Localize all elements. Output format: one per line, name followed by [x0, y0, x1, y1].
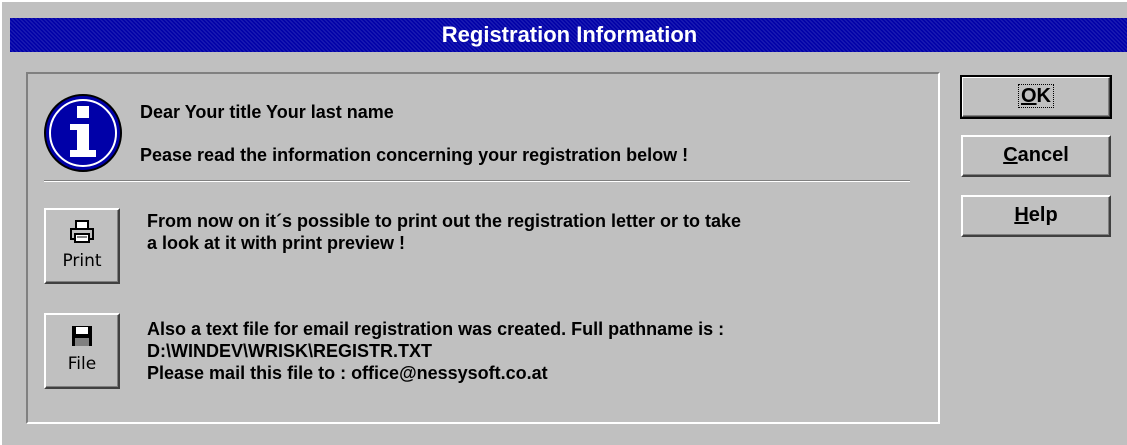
- ok-label-rest: K: [1036, 85, 1051, 107]
- help-button[interactable]: Help: [961, 195, 1111, 237]
- registration-dialog: Registration Information Dear Your title…: [0, 0, 1127, 445]
- window-title: Registration Information: [441, 22, 698, 47]
- ok-button-label: OK: [1017, 84, 1054, 108]
- floppy-disk-icon: [46, 325, 118, 353]
- print-info-line2: a look at it with print preview !: [147, 233, 406, 253]
- cancel-mnemonic: C: [1003, 144, 1018, 166]
- print-info-text: From now on it´s possible to print out t…: [147, 210, 937, 254]
- title-bar[interactable]: Registration Information: [10, 18, 1127, 52]
- greeting-text: Dear Your title Your last name: [140, 102, 394, 122]
- file-info-line3: Please mail this file to : office@nessys…: [147, 363, 548, 383]
- help-label-rest: elp: [1028, 204, 1058, 226]
- help-button-label: Help: [1014, 204, 1057, 226]
- ok-mnemonic: O: [1020, 85, 1037, 107]
- file-button[interactable]: File: [44, 313, 120, 389]
- print-button[interactable]: Print: [44, 208, 120, 284]
- print-button-label: Print: [62, 251, 102, 271]
- ok-button[interactable]: OK: [960, 75, 1112, 119]
- divider: [44, 180, 910, 182]
- info-icon: [44, 94, 122, 172]
- cancel-button[interactable]: Cancel: [961, 135, 1111, 177]
- help-mnemonic: H: [1014, 204, 1029, 226]
- file-info-line1: Also a text file for email registration …: [147, 319, 725, 339]
- print-info-line1: From now on it´s possible to print out t…: [147, 211, 742, 231]
- printer-icon: [46, 220, 118, 250]
- cancel-button-label: Cancel: [1003, 144, 1069, 166]
- file-info-text: Also a text file for email registration …: [147, 318, 937, 384]
- file-path: D:\WINDEV\WRISK\REGISTR.TXT: [147, 341, 432, 361]
- cancel-label-rest: ancel: [1017, 144, 1069, 166]
- notice-text: Pease read the information concerning yo…: [140, 145, 689, 165]
- file-button-label: File: [67, 354, 97, 374]
